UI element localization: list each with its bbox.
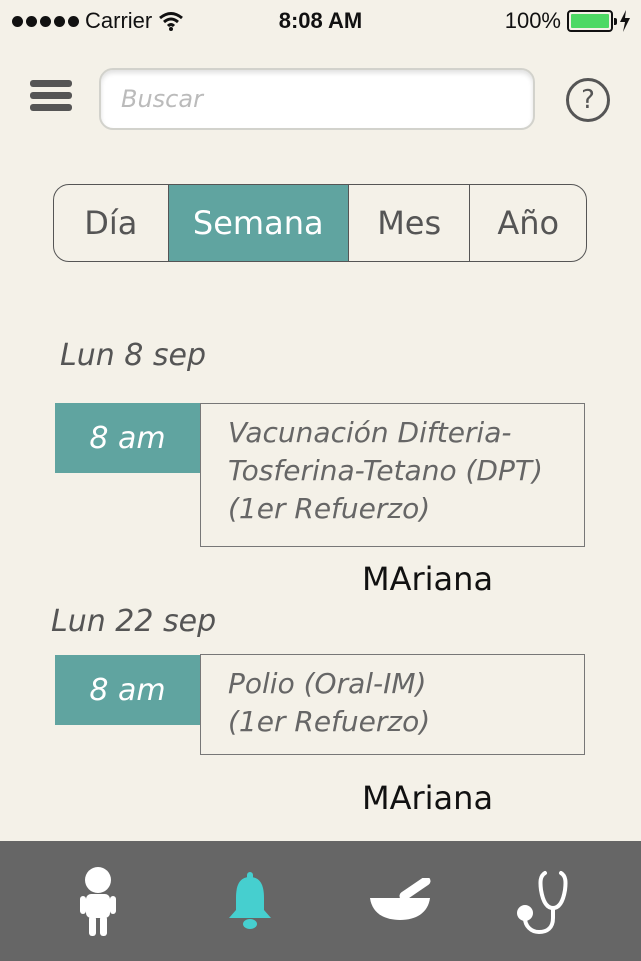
search-field[interactable]	[99, 68, 535, 130]
charging-icon	[620, 10, 630, 32]
event-time[interactable]: 8 am	[55, 655, 200, 725]
event-patient: MAriana	[362, 779, 494, 817]
period-segmented-control: Día Semana Mes Año	[53, 184, 587, 262]
event-card[interactable]: Vacunación Difteria- Tosferina-Tetano (D…	[200, 403, 585, 547]
tab-children[interactable]	[48, 841, 148, 961]
segment-week[interactable]: Semana	[168, 185, 349, 261]
child-icon	[80, 867, 116, 936]
event-date: Lun 22 sep	[51, 604, 217, 639]
event-date: Lun 8 sep	[60, 338, 207, 373]
bell-icon	[229, 872, 271, 929]
tab-medications[interactable]	[350, 841, 450, 961]
battery-percent: 100%	[504, 8, 561, 33]
mortar-pestle-icon	[370, 878, 431, 920]
battery-info: 100%	[505, 8, 631, 34]
stethoscope-icon	[517, 871, 568, 934]
tab-bar	[0, 841, 641, 961]
segment-month[interactable]: Mes	[349, 185, 471, 261]
event-time[interactable]: 8 am	[55, 403, 200, 473]
event-title-line: (1er Refuerzo)	[228, 492, 431, 525]
event-title-line: (1er Refuerzo)	[228, 705, 431, 738]
segment-day[interactable]: Día	[54, 185, 169, 261]
event-title-line: Vacunación Difteria-	[228, 416, 512, 449]
event-patient: MAriana	[362, 560, 494, 598]
search-input[interactable]	[101, 70, 533, 128]
segment-year[interactable]: Año	[470, 185, 586, 261]
event-title-line: Polio (Oral-IM)	[228, 667, 427, 700]
event-title-line: Tosferina-Tetano (DPT)	[228, 454, 543, 487]
tab-doctors[interactable]	[488, 841, 588, 961]
tab-reminders[interactable]	[200, 841, 300, 961]
event-card[interactable]: Polio (Oral-IM) (1er Refuerzo)	[200, 654, 585, 755]
menu-icon[interactable]	[30, 80, 72, 116]
help-button[interactable]: ?	[566, 78, 610, 122]
battery-icon	[567, 10, 617, 32]
status-bar: Carrier 8:08 AM 100%	[0, 0, 641, 40]
